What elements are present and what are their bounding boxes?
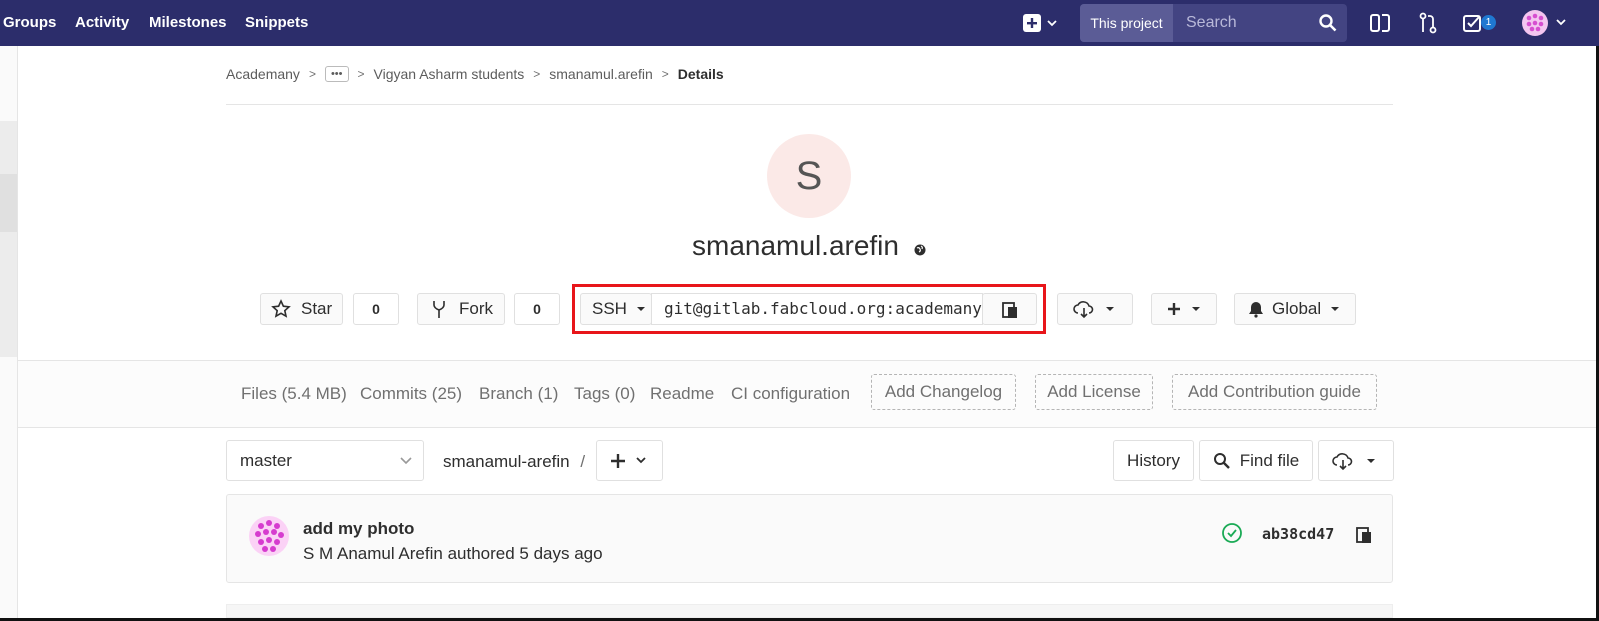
caret-down-icon <box>1367 458 1375 463</box>
branch-name: master <box>240 451 292 470</box>
search-box[interactable]: This project Search <box>1080 4 1347 42</box>
sidebar-collapsed <box>0 46 18 621</box>
notification-dropdown[interactable]: Global <box>1234 293 1356 325</box>
repo-path-link[interactable]: smanamul-arefin <box>443 452 570 471</box>
breadcrumb-ellipsis-button[interactable]: ••• <box>324 66 349 82</box>
add-new-dropdown[interactable] <box>1151 293 1217 325</box>
repo-path: smanamul-arefin / <box>443 452 585 472</box>
clone-url-highlight <box>572 284 1046 334</box>
fork-icon <box>433 301 445 318</box>
caret-down-icon <box>1106 307 1114 311</box>
chevron-right-icon: > <box>533 67 541 81</box>
add-license-button[interactable]: Add License <box>1035 374 1153 410</box>
cloud-download-icon <box>1332 452 1353 470</box>
cloud-download-icon <box>1073 301 1094 319</box>
divider <box>18 427 1596 428</box>
fork-count[interactable]: 0 <box>514 293 560 325</box>
fork-button[interactable]: Fork <box>417 293 505 325</box>
stat-commits[interactable]: Commits (25) <box>360 384 462 404</box>
nav-snippets-link[interactable]: Snippets <box>245 14 308 31</box>
add-changelog-button[interactable]: Add Changelog <box>871 374 1016 410</box>
download-source-dropdown[interactable] <box>1318 440 1394 481</box>
download-dropdown[interactable] <box>1057 293 1133 325</box>
breadcrumb: Academany > ••• > Vigyan Asharm students… <box>226 66 724 82</box>
breadcrumb-current: Details <box>677 66 724 82</box>
chevron-down-icon <box>635 456 646 463</box>
add-contribution-guide-button[interactable]: Add Contribution guide <box>1172 374 1377 410</box>
caret-down-icon <box>1192 307 1200 311</box>
commit-author-avatar[interactable] <box>248 515 290 557</box>
nav-groups-link[interactable]: Groups <box>3 14 56 31</box>
commit-meta: S M Anamul Arefin authored 5 days ago <box>303 544 603 563</box>
bell-icon <box>1249 302 1263 318</box>
stat-readme[interactable]: Readme <box>650 384 714 404</box>
star-button[interactable]: Star <box>260 293 343 325</box>
breadcrumb-academany[interactable]: Academany <box>226 66 300 82</box>
commit-title[interactable]: add my photo <box>303 519 414 539</box>
issues-icon <box>1370 14 1390 32</box>
stat-branch[interactable]: Branch (1) <box>479 384 558 404</box>
user-avatar <box>1522 10 1566 36</box>
chevron-right-icon: > <box>308 67 316 81</box>
new-dropdown-button[interactable] <box>1022 9 1060 37</box>
file-table-header <box>226 604 1393 618</box>
clipboard-icon[interactable] <box>1355 525 1373 545</box>
breadcrumb-project[interactable]: smanamul.arefin <box>549 66 653 82</box>
project-avatar: S <box>767 134 851 218</box>
caret-down-icon <box>1331 307 1340 311</box>
fork-label: Fork <box>459 299 493 318</box>
search-scope-label[interactable]: This project <box>1080 4 1173 42</box>
path-separator: / <box>580 452 586 471</box>
top-navbar: Groups Activity Milestones Snippets This… <box>0 0 1599 46</box>
notification-label: Global <box>1272 299 1322 318</box>
search-input[interactable]: Search <box>1186 14 1237 32</box>
history-button[interactable]: History <box>1113 440 1194 481</box>
chevron-right-icon: > <box>357 67 365 81</box>
plus-icon <box>610 453 625 468</box>
star-label: Star <box>301 299 333 318</box>
plus-square-icon <box>1023 14 1057 32</box>
merge-requests-nav-button[interactable] <box>1418 9 1438 37</box>
star-count[interactable]: 0 <box>353 293 399 325</box>
plus-icon <box>1168 303 1180 315</box>
todo-count-badge: 1 <box>1481 15 1496 30</box>
chevron-right-icon: > <box>661 67 669 81</box>
stat-tags[interactable]: Tags (0) <box>574 384 635 404</box>
search-icon <box>1319 14 1337 32</box>
stat-ci-configuration[interactable]: CI configuration <box>731 384 850 404</box>
merge-request-icon <box>1419 12 1437 34</box>
pipeline-success-icon[interactable] <box>1221 522 1243 544</box>
stat-files[interactable]: Files (5.4 MB) <box>241 384 347 404</box>
find-file-label: Find file <box>1239 450 1300 470</box>
user-menu-button[interactable] <box>1521 9 1573 37</box>
divider <box>226 104 1393 105</box>
add-to-tree-dropdown[interactable] <box>596 440 663 481</box>
globe-icon <box>914 244 926 256</box>
star-icon <box>271 299 291 318</box>
search-icon <box>1213 452 1230 469</box>
nav-milestones-link[interactable]: Milestones <box>149 14 227 31</box>
project-title: smanamul.arefin <box>692 230 899 261</box>
issues-nav-button[interactable] <box>1369 9 1391 37</box>
nav-activity-link[interactable]: Activity <box>75 14 129 31</box>
commit-sha[interactable]: ab38cd47 <box>1262 525 1334 543</box>
chevron-down-icon <box>400 457 412 465</box>
breadcrumb-group[interactable]: Vigyan Asharm students <box>374 66 525 82</box>
find-file-button[interactable]: Find file <box>1199 440 1313 481</box>
branch-selector[interactable]: master <box>226 440 424 481</box>
